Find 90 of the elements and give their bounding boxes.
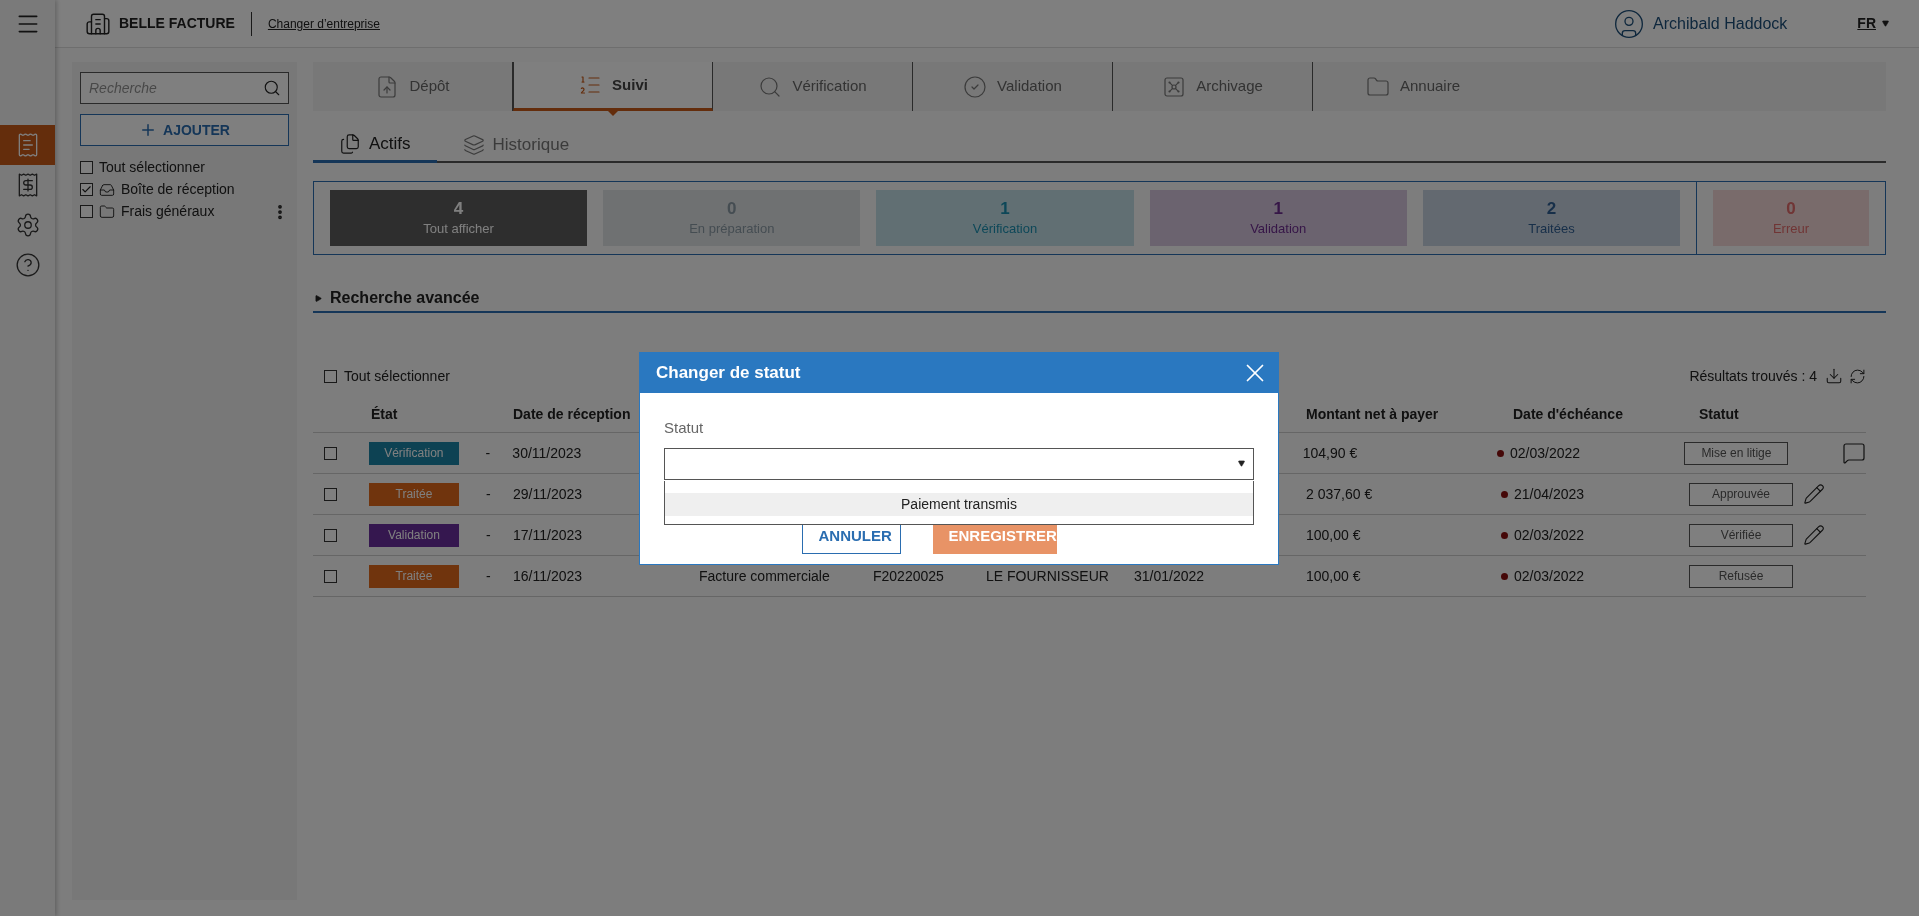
table-cell-text: - [486, 484, 492, 504]
checkbox[interactable] [324, 487, 337, 501]
dialog-title: Changer de statut [656, 362, 801, 385]
column-header: Montant net à payer [1306, 405, 1440, 424]
nav-tab[interactable]: Archivage [1113, 62, 1313, 111]
table-cell-text: 31/01/2022 [1134, 566, 1206, 586]
comment-icon[interactable] [1842, 441, 1866, 465]
inbox-icon [99, 181, 115, 198]
status-label: Vérification [972, 219, 1038, 238]
dropdown-option[interactable]: Paiement transmis [665, 493, 1253, 516]
nav-tab[interactable]: Annuaire [1313, 62, 1513, 111]
status-label: Tout afficher [423, 219, 494, 238]
status-button[interactable]: Refusée [1689, 564, 1793, 588]
folder-label[interactable]: Boîte de réception [121, 179, 235, 200]
sub-tab[interactable]: Actifs [313, 127, 437, 163]
change-company-link[interactable]: Changer d’entreprise [267, 14, 380, 33]
checkbox[interactable] [324, 369, 337, 383]
advanced-search-toggle[interactable]: Recherche avancée [313, 285, 1886, 313]
safe-icon [1162, 74, 1187, 99]
caret-icon [315, 294, 322, 302]
table-cell-text: Facture commerciale [699, 566, 831, 586]
column-header: Date d'échéance [1512, 405, 1624, 424]
table-cell-text: 2 037,60 € [1306, 484, 1374, 504]
language-selector[interactable]: FR [1857, 13, 1889, 34]
checkbox[interactable] [324, 569, 337, 583]
status-button[interactable]: Approuvée [1689, 482, 1793, 506]
status-label: Traitées [1528, 219, 1575, 238]
company-name: BELLE FACTURE [119, 14, 235, 33]
table-cell-text: - [486, 566, 492, 586]
folder-icon [99, 203, 115, 220]
caret-icon [1882, 20, 1889, 27]
checkbox[interactable] [324, 446, 337, 460]
pencil-icon[interactable] [1803, 524, 1825, 546]
results-count: Résultats trouvés : 4 [1689, 366, 1817, 386]
table-cell-text: 21/04/2023 [1514, 484, 1585, 504]
table-cell-text: 30/11/2023 [512, 443, 583, 463]
status-button[interactable]: Vérifiée [1689, 523, 1793, 547]
state-badge: Vérification [368, 441, 459, 465]
table-cell-text: 100,00 € [1306, 566, 1362, 586]
sub-tab[interactable]: Historique [436, 127, 596, 163]
stacked-documents-icon [462, 134, 485, 156]
table-cell-text: 100,00 € [1306, 525, 1362, 545]
download-icon[interactable] [1825, 367, 1843, 385]
checkbox[interactable] [80, 183, 93, 196]
table-cell-text: F20220025 [873, 566, 945, 586]
table-cell-text: - [486, 525, 492, 545]
table-cell-text: 104,90 € [1302, 443, 1359, 463]
checkbox[interactable] [324, 528, 337, 542]
status-filter-card[interactable]: 4 Tout afficher [330, 190, 588, 246]
state-badge: Traitée [369, 564, 459, 588]
status-label: Validation [1250, 219, 1307, 238]
status-select[interactable] [664, 447, 1254, 480]
table-cell-text: 02/03/2022 [1510, 443, 1581, 463]
table-cell-text: - [485, 443, 492, 463]
status-button[interactable]: Mise en litige [1684, 441, 1789, 465]
state-badge: Validation [369, 523, 459, 547]
tab-pointer [608, 111, 618, 116]
status-count: 1 [1273, 197, 1283, 219]
checkbox[interactable] [80, 161, 93, 174]
column-header: Date de réception [513, 405, 632, 424]
search-icon[interactable] [263, 79, 281, 97]
folder-label[interactable]: Frais généraux [121, 201, 215, 222]
add-button[interactable]: AJOUTER [80, 114, 289, 146]
table-cell-text: LE FOURNISSEUR [986, 566, 1110, 586]
column-header: Statut [1698, 405, 1740, 424]
table-cell-text: 17/11/2023 [513, 525, 584, 545]
caret-icon [1238, 460, 1245, 467]
column-header: État [370, 405, 399, 424]
state-badge: Traitée [369, 482, 459, 506]
folder-icon [1365, 74, 1390, 99]
check-circle-icon [963, 74, 988, 99]
nav-tab[interactable]: Vérification [713, 62, 913, 111]
table-cell-text: 29/11/2023 [513, 484, 584, 504]
checkbox[interactable] [80, 205, 93, 218]
table-cell-text: 02/03/2022 [1514, 566, 1585, 586]
table-cell-text: 16/11/2023 [513, 566, 584, 586]
documents-icon [339, 132, 361, 155]
status-count: 1 [1000, 197, 1010, 219]
pencil-icon[interactable] [1803, 483, 1825, 505]
status-count: 2 [1546, 197, 1557, 219]
folder-label[interactable]: Tout sélectionner [99, 157, 205, 178]
nav-tab[interactable]: Validation [913, 62, 1113, 111]
field-label: Statut [664, 418, 705, 438]
status-count: 4 [453, 197, 464, 219]
select-all-label[interactable]: Tout sélectionner [344, 365, 450, 387]
user-name[interactable]: Archibald Haddock [1653, 11, 1788, 36]
refresh-icon[interactable] [1849, 367, 1866, 385]
user-avatar-icon[interactable] [1613, 7, 1646, 40]
receipt-icon[interactable] [0, 125, 55, 165]
table-cell-text: 02/03/2022 [1514, 525, 1585, 545]
